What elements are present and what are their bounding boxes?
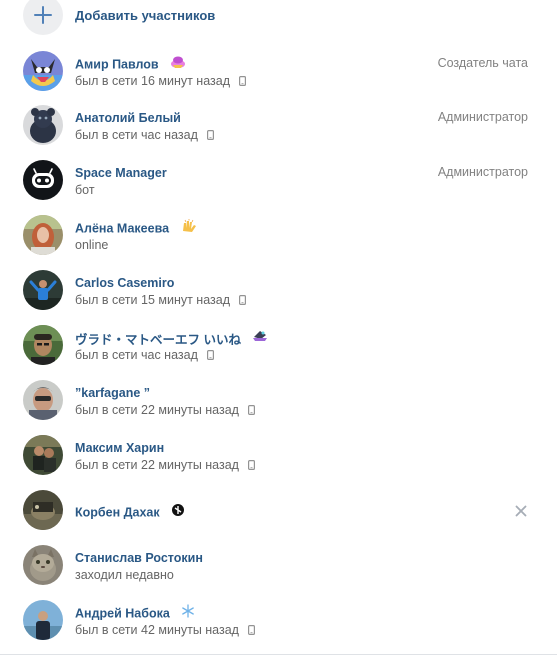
member-name[interactable]: Анатолий Белый	[75, 111, 181, 125]
member-row: Андрей Набока был в сети 42 минуты назад	[0, 600, 557, 650]
avatar[interactable]	[23, 325, 63, 365]
mobile-icon	[239, 294, 247, 308]
member-name[interactable]: Амир Павлов	[75, 58, 159, 72]
add-participants-button[interactable]: Добавить участников	[0, 0, 557, 35]
mobile-icon	[248, 404, 256, 418]
member-status: был в сети час назад	[75, 348, 198, 362]
member-name[interactable]: Корбен Дахак	[75, 506, 160, 520]
member-role: Администратор	[437, 165, 528, 179]
mobile-icon	[207, 129, 215, 143]
member-row: Алёна Макеева online	[0, 215, 557, 265]
avatar[interactable]	[23, 51, 63, 91]
member-status: был в сети 16 минут назад	[75, 74, 230, 88]
add-participants-label[interactable]: Добавить участников	[75, 8, 215, 23]
mobile-icon	[239, 75, 247, 89]
chat-members-list: Добавить участников Амир Павлов был в се…	[0, 0, 557, 657]
snowflake-emoji-icon	[181, 604, 195, 623]
close-icon	[515, 504, 527, 521]
member-name[interactable]: Максим Харин	[75, 441, 164, 455]
member-row: Carlos Casemiro был в сети 15 минут наза…	[0, 270, 557, 320]
member-name[interactable]: Алёна Макеева	[75, 222, 169, 236]
avatar[interactable]	[23, 490, 63, 530]
bottom-divider	[0, 654, 557, 655]
member-row: ヴラド・マトベーエフ いいね был в сети час назад	[0, 325, 557, 375]
member-name[interactable]: ヴラド・マトベーエフ いいね	[75, 333, 241, 347]
mobile-icon	[207, 349, 215, 363]
avatar[interactable]	[23, 215, 63, 255]
pink-emoji-icon	[170, 55, 186, 74]
avatar[interactable]	[23, 160, 63, 200]
member-row: Корбен Дахак	[0, 490, 557, 540]
add-participants-circle	[23, 0, 63, 35]
member-row: Space Manager бот Администратор	[0, 160, 557, 210]
hat-emoji-icon	[252, 329, 268, 348]
avatar[interactable]	[23, 435, 63, 475]
avatar[interactable]	[23, 270, 63, 310]
member-row: ”karfagane ” был в сети 22 минуты назад	[0, 380, 557, 430]
member-status: был в сети 15 минут назад	[75, 293, 230, 307]
member-row: Максим Харин был в сети 22 минуты назад	[0, 435, 557, 485]
mobile-icon	[248, 624, 256, 638]
member-name[interactable]: Станислав Ростокин	[75, 551, 203, 565]
member-status: был в сети 22 минуты назад	[75, 458, 239, 472]
member-role: Администратор	[437, 110, 528, 124]
member-row: Станислав Ростокин заходил недавно	[0, 545, 557, 595]
avatar[interactable]	[23, 545, 63, 585]
member-status: был в сети 22 минуты назад	[75, 403, 239, 417]
member-role: Создатель чата	[437, 56, 528, 70]
avatar[interactable]	[23, 105, 63, 145]
member-status: online	[75, 238, 109, 252]
member-name[interactable]: Carlos Casemiro	[75, 276, 174, 290]
member-status: был в сети 42 минуты назад	[75, 623, 239, 637]
remove-member-button[interactable]	[515, 504, 527, 517]
member-row: Амир Павлов был в сети 16 минут назад Со…	[0, 51, 557, 101]
mobile-icon	[248, 459, 256, 473]
member-name[interactable]: ”karfagane ”	[75, 386, 150, 400]
member-status: был в сети час назад	[75, 128, 198, 142]
member-row: Анатолий Белый был в сети час назад Адми…	[0, 105, 557, 155]
member-status: заходил недавно	[75, 568, 174, 582]
avatar[interactable]	[23, 600, 63, 640]
member-name[interactable]: Space Manager	[75, 166, 167, 180]
black-badge-emoji-icon	[171, 503, 185, 522]
member-name[interactable]: Андрей Набока	[75, 607, 170, 621]
hands-emoji-icon	[181, 219, 197, 238]
member-status: бот	[75, 183, 95, 197]
avatar[interactable]	[23, 380, 63, 420]
